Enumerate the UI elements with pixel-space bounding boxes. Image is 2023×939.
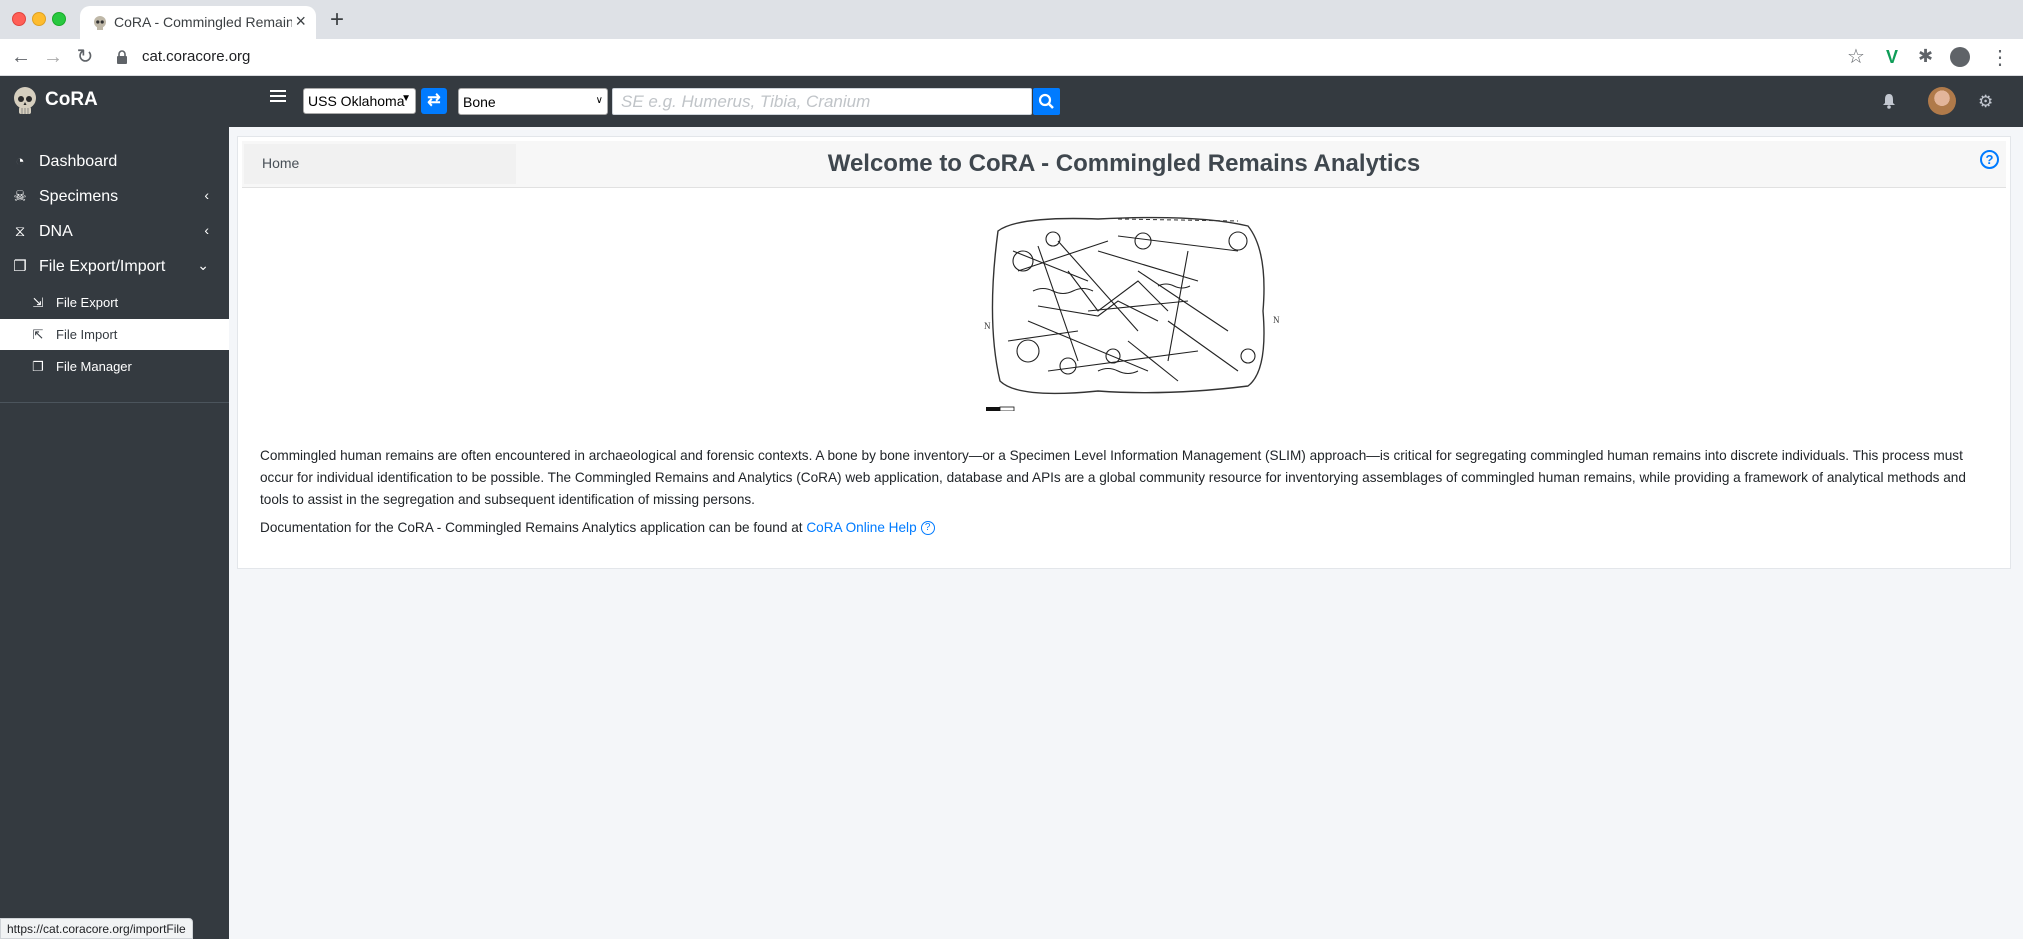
gears-icon[interactable]: ⚙ <box>1978 92 1993 112</box>
bookmark-star-icon[interactable]: ☆ <box>1847 46 1865 68</box>
svg-text:N: N <box>1273 315 1280 325</box>
help-question-icon[interactable]: ? <box>920 521 935 536</box>
new-tab-icon[interactable]: + <box>330 6 344 34</box>
chevron-left-icon: ‹ <box>204 187 209 203</box>
commingled-remains-drawing: N N <box>984 216 1280 411</box>
profile-icon[interactable] <box>1950 47 1970 67</box>
sidebar-subitem-file-export[interactable]: ⇲ File Export <box>0 287 229 318</box>
page-title: Welcome to CoRA - Commingled Remains Ana… <box>827 150 1421 177</box>
tab-title: CoRA - Commingled Remains / <box>114 14 292 30</box>
chevron-down-icon: ⌄ <box>197 257 209 273</box>
vue-extension-icon[interactable]: V <box>1886 47 1898 68</box>
chevron-left-icon: ‹ <box>204 222 209 238</box>
minimize-window-button[interactable] <box>32 12 46 26</box>
browser-tab-bar: CoRA - Commingled Remains / × + <box>0 0 2023 39</box>
skull-favicon-icon <box>94 16 106 30</box>
intro-paragraph: Commingled human remains are often encou… <box>260 448 1966 507</box>
search-input[interactable]: SE e.g. Humerus, Tibia, Cranium <box>612 88 1032 115</box>
sidebar-item-file-export-import[interactable]: ❐ File Export/Import ⌄ <box>0 250 229 285</box>
lock-icon[interactable] <box>116 50 128 64</box>
documentation-text: Documentation for the CoRA - Commingled … <box>260 520 803 535</box>
dna-icon: ⧖ <box>14 223 26 240</box>
sidebar-item-label: Dashboard <box>39 153 118 170</box>
sidebar-item-dashboard[interactable]: ◔ Dashboard <box>0 145 229 180</box>
chevron-down-icon: ∨ <box>595 95 603 106</box>
close-window-button[interactable] <box>12 12 26 26</box>
maximize-window-button[interactable] <box>52 12 66 26</box>
reload-icon[interactable]: ↻ <box>73 45 97 69</box>
sidebar-subitem-file-manager[interactable]: ❐ File Manager <box>0 351 229 382</box>
svg-text:N: N <box>984 321 991 331</box>
copy-icon: ❐ <box>32 359 44 374</box>
sidebar: ◔ Dashboard ☠ Specimens ‹ ⧖ DNA ‹ ❐ File… <box>0 127 229 939</box>
sidebar-subitem-label: File Manager <box>56 359 132 374</box>
tab-close-icon[interactable]: × <box>295 12 306 30</box>
hamburger-menu-icon[interactable] <box>270 90 286 104</box>
file-import-icon: ⇱ <box>32 327 44 342</box>
sidebar-item-label: DNA <box>39 223 73 240</box>
documentation-paragraph: Documentation for the CoRA - Commingled … <box>260 517 1990 539</box>
browser-address-bar: ← → ↻ cat.coracore.org ☆ V ✱ ⋮ <box>0 39 2023 76</box>
back-arrow-icon[interactable]: ← <box>9 45 33 69</box>
online-help-link[interactable]: CoRA Online Help <box>806 520 916 535</box>
search-button[interactable] <box>1033 88 1060 115</box>
sidebar-item-dna[interactable]: ⧖ DNA ‹ <box>0 215 229 250</box>
help-question-icon[interactable]: ? <box>1980 150 1999 169</box>
project-select-value: USS Oklahoma <box>308 93 405 109</box>
skull-icon: ☠ <box>13 188 27 205</box>
welcome-card: Home Welcome to CoRA - Commingled Remain… <box>237 136 2011 569</box>
user-avatar[interactable] <box>1928 87 1956 115</box>
swap-project-button[interactable]: ⇄ <box>421 88 447 114</box>
sidebar-divider <box>0 402 229 403</box>
card-header: Home Welcome to CoRA - Commingled Remain… <box>242 141 2006 188</box>
url-field[interactable]: cat.coracore.org <box>142 48 250 65</box>
file-export-icon: ⇲ <box>32 295 44 310</box>
search-icon <box>1038 93 1054 109</box>
copy-icon: ❐ <box>13 258 27 275</box>
browser-tab[interactable]: CoRA - Commingled Remains / × <box>80 6 316 39</box>
brand-name[interactable]: CoRA <box>45 89 98 111</box>
tachometer-icon: ◔ <box>15 153 25 170</box>
bone-select-value: Bone <box>463 94 496 110</box>
project-select[interactable]: USS Oklahoma ▼ <box>303 88 416 114</box>
sidebar-item-specimens[interactable]: ☠ Specimens ‹ <box>0 180 229 215</box>
chevron-down-icon: ▼ <box>401 93 411 104</box>
sidebar-item-label: Specimens <box>39 188 119 205</box>
sidebar-subitem-label: File Import <box>56 327 118 342</box>
extensions-puzzle-icon[interactable]: ✱ <box>1918 46 1933 67</box>
sidebar-item-label: File Export/Import <box>39 258 166 275</box>
app-navbar: CoRA USS Oklahoma ▼ ⇄ Bone ∨ SE e.g. Hum… <box>0 76 2023 127</box>
sidebar-subitem-file-import[interactable]: ⇱ File Import <box>0 319 229 350</box>
browser-status-url: https://cat.coracore.org/importFile <box>0 918 193 939</box>
bone-select[interactable]: Bone ∨ <box>458 88 608 115</box>
skull-logo-icon[interactable] <box>12 86 38 116</box>
forward-arrow-icon[interactable]: → <box>41 45 65 69</box>
browser-menu-icon[interactable]: ⋮ <box>1990 45 2010 70</box>
sidebar-subitem-label: File Export <box>56 295 119 310</box>
bell-icon[interactable] <box>1882 93 1896 109</box>
